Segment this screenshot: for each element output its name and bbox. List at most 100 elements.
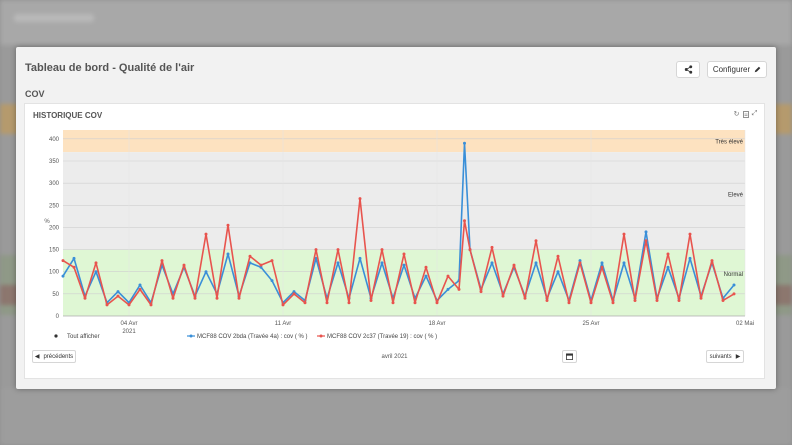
x-tick-label: 02 Mai [736,321,754,327]
data-point [589,301,593,305]
data-point [336,248,340,252]
dashboard-panel: Tableau de bord - Qualité de l'air Confi… [16,47,776,389]
configure-button[interactable]: Configurer [707,61,767,78]
data-point [463,141,466,145]
zone-label: Très élevé [715,139,743,145]
caret-right-icon: ▶ [735,354,741,360]
data-point [556,270,560,274]
legend-show-all[interactable]: Tout afficher [67,334,100,340]
data-point [314,248,318,252]
data-point [699,296,703,300]
data-point [61,274,65,278]
data-point [567,301,571,305]
data-point [534,261,538,265]
data-point [292,292,296,296]
y-tick-label: 100 [49,270,60,276]
data-point [237,296,241,300]
data-point [688,256,692,260]
data-point [501,294,505,298]
data-point [688,232,692,236]
y-axis-label: % [44,219,50,225]
x-tick-sublabel: 2021 [122,329,136,335]
x-tick-label: 11 Avr [275,321,291,327]
data-point [721,299,725,302]
legend-entry[interactable]: MCF88 COV 2bda (Travée 4a) : cov ( % ) [197,334,307,340]
share-button[interactable] [676,61,700,78]
data-point [655,299,659,302]
zone-label: Elevé [728,192,744,198]
data-point [479,290,483,294]
calendar-button[interactable] [562,350,577,363]
data-point [490,261,494,265]
zone-band [63,130,745,153]
data-point [600,265,604,269]
data-point [138,283,142,287]
legend-marker [319,334,323,338]
legend-all-marker [54,334,58,338]
data-point [94,270,98,274]
data-point [281,303,285,307]
data-point [303,301,307,305]
data-point [666,265,670,269]
data-point [270,259,274,263]
data-point [677,299,681,302]
data-point [369,299,373,302]
data-point [463,219,466,223]
data-point [358,197,362,201]
data-point [457,287,461,291]
data-point [138,287,142,291]
data-point [149,303,153,307]
y-tick-label: 400 [49,137,60,143]
background-title [14,14,94,22]
share-icon [684,65,692,74]
data-point [633,299,637,302]
data-point [94,261,98,265]
y-tick-label: 350 [49,159,60,165]
zone-label: Normal [724,272,743,278]
data-point [622,261,626,265]
y-tick-label: 300 [49,181,60,187]
x-tick-label: 04 Avr [121,321,138,327]
data-point [226,223,230,227]
y-tick-label: 0 [56,314,60,320]
data-point [402,252,406,256]
data-point [83,296,87,300]
data-point [402,263,406,267]
data-point [358,256,362,260]
data-point [105,303,109,307]
data-point [666,252,670,256]
data-point [72,256,76,260]
data-point [424,274,428,278]
data-point [127,303,131,307]
data-point [380,248,384,252]
x-tick-label: 25 Avr [583,321,600,327]
pencil-icon [754,66,761,73]
data-point [413,301,417,305]
data-point [61,259,65,263]
data-point [446,287,450,291]
background-footer [0,388,792,445]
data-point [490,245,494,249]
data-point [523,296,527,300]
data-point [248,254,252,258]
data-point [336,261,340,265]
data-point [116,294,120,298]
data-point [446,274,450,278]
data-point [182,263,186,267]
data-point [556,254,560,258]
data-point [644,230,648,234]
next-button[interactable]: suivants ▶ [706,350,744,363]
period-label: avril 2021 [381,354,408,360]
data-point [380,261,384,265]
data-point [347,301,351,305]
data-point [545,299,549,302]
data-point [600,261,604,265]
data-point [270,279,274,283]
data-point [732,283,736,287]
data-point [259,263,263,267]
legend-entry[interactable]: MCF88 COV 2c37 (Travée 19) : cov ( % ) [327,334,437,340]
data-point [193,296,197,300]
x-tick-label: 18 Avr [429,321,446,327]
y-tick-label: 150 [49,248,60,254]
data-point [611,301,615,305]
